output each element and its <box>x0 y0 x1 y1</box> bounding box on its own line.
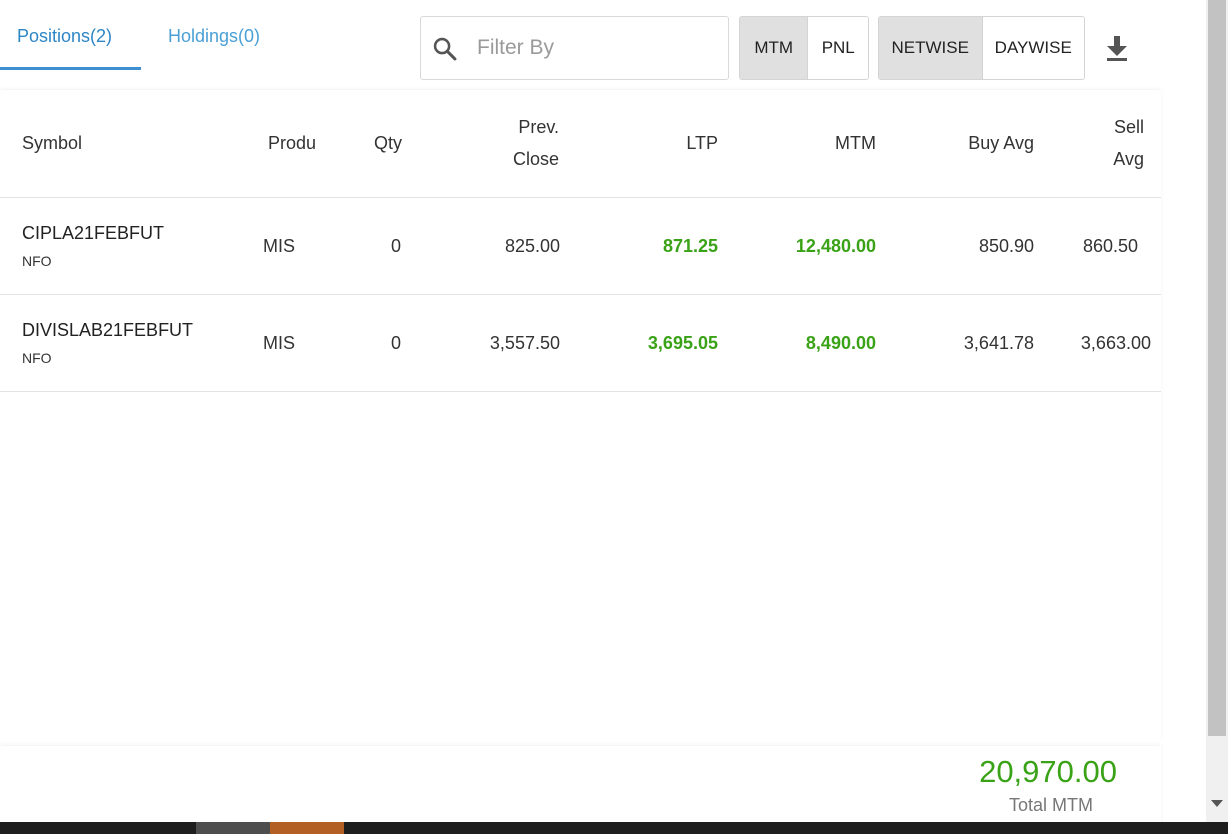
mtm-value: 12,480.00 <box>795 236 876 256</box>
total-mtm-value: 20,970.00 <box>979 754 1117 789</box>
table-header: Symbol Produ Qty Prev. Close LTP MTM Buy… <box>0 90 1161 198</box>
buy-avg-value: 3,641.78 <box>963 333 1034 353</box>
prev-close-value: 3,557.50 <box>489 333 560 353</box>
column-header-symbol[interactable]: Symbol <box>22 127 82 159</box>
table-row[interactable]: DIVISLAB21FEBFUT NFO MIS 0 3,557.50 3,69… <box>0 295 1161 392</box>
tab-bar: Positions(2) Holdings(0) <box>0 0 420 72</box>
table-row[interactable]: CIPLA21FEBFUT NFO MIS 0 825.00 871.25 12… <box>0 198 1161 295</box>
column-header-mtm[interactable]: MTM <box>796 127 876 159</box>
ltp-value: 3,695.05 <box>647 333 718 353</box>
column-header-ltp[interactable]: LTP <box>640 127 718 159</box>
total-footer: 20,970.00 Total MTM <box>0 746 1161 826</box>
column-header-prev-close[interactable]: Prev. Close <box>480 111 559 175</box>
taskbar-app-button[interactable] <box>270 822 344 834</box>
product-value: MIS <box>263 333 296 353</box>
filter-input[interactable] <box>477 31 717 65</box>
period-toggle-group: NETWISE DAYWISE <box>878 16 1085 80</box>
tab-holdings[interactable]: Holdings(0) <box>168 26 260 47</box>
column-header-qty[interactable]: Qty <box>374 127 402 159</box>
download-icon[interactable] <box>1104 34 1130 62</box>
exchange-label: NFO <box>22 350 52 366</box>
ltp-value: 871.25 <box>662 236 718 256</box>
mtm-toggle-button[interactable]: MTM <box>740 17 808 79</box>
search-icon <box>433 37 457 61</box>
column-header-prev-close-line1: Prev. <box>518 117 559 137</box>
symbol-name: CIPLA21FEBFUT <box>22 223 165 243</box>
scroll-down-arrow-icon[interactable] <box>1211 800 1223 807</box>
total-mtm-label: Total MTM <box>1008 795 1093 815</box>
tab-positions[interactable]: Positions(2) <box>17 26 112 47</box>
vertical-scrollbar[interactable] <box>1206 0 1228 822</box>
mtm-value: 8,490.00 <box>805 333 876 353</box>
column-header-sell-avg[interactable]: Sell Avg <box>1090 111 1144 175</box>
symbol-name: DIVISLAB21FEBFUT <box>22 320 194 340</box>
column-header-buy-avg[interactable]: Buy Avg <box>940 127 1034 159</box>
qty-value: 0 <box>390 333 401 353</box>
scrollbar-thumb[interactable] <box>1208 0 1226 736</box>
pnl-toggle-button[interactable]: PNL <box>807 17 868 79</box>
netwise-toggle-button[interactable]: NETWISE <box>879 17 982 79</box>
positions-table: Symbol Produ Qty Prev. Close LTP MTM Buy… <box>0 90 1161 742</box>
sell-avg-value: 860.50 <box>1082 236 1138 256</box>
filter-box <box>420 16 729 80</box>
buy-avg-value: 850.90 <box>978 236 1034 256</box>
column-header-sell-avg-line2: Avg <box>1113 149 1144 169</box>
taskbar-app-button[interactable] <box>196 822 270 834</box>
column-header-sell-avg-line1: Sell <box>1113 117 1144 137</box>
column-header-product[interactable]: Produ <box>268 127 316 159</box>
os-taskbar <box>0 822 1228 834</box>
column-header-prev-close-line2: Close <box>512 149 559 169</box>
daywise-toggle-button[interactable]: DAYWISE <box>981 17 1084 79</box>
product-value: MIS <box>263 236 296 256</box>
view-toggle-group: MTM PNL <box>739 16 869 80</box>
exchange-label: NFO <box>22 253 52 269</box>
sell-avg-value: 3,663.00 <box>1080 333 1151 353</box>
prev-close-value: 825.00 <box>504 236 560 256</box>
active-tab-indicator <box>0 67 141 70</box>
qty-value: 0 <box>390 236 401 256</box>
